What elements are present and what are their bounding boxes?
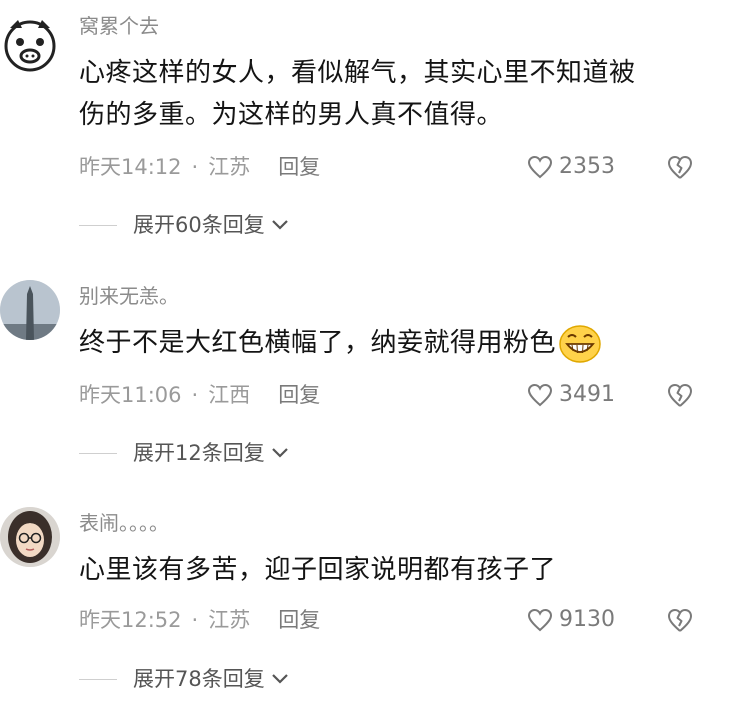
avatar[interactable] [0, 280, 60, 340]
broken-heart-icon [668, 156, 692, 179]
chevron-down-icon [271, 448, 288, 458]
tower-photo-icon [0, 280, 60, 340]
comment-meta: 昨天11:06 · 江西 回复 [79, 382, 320, 408]
avatar[interactable] [0, 507, 60, 567]
reply-button[interactable]: 回复 [278, 155, 320, 179]
comment-item: 别来无恙。 终于不是大红色横幅了，纳妾就得用粉色 昨天11:06 · 江西 回复 34… [0, 250, 748, 475]
comment-item: 窝累个去 心疼这样的女人，看似解气，其实心里不知道被 伤的多重。为这样的男人真不… [0, 0, 748, 250]
chevron-down-icon [271, 674, 288, 684]
broken-heart-icon [668, 609, 692, 632]
expand-replies-label: 展开60条回复 [133, 213, 265, 237]
heart-outline-icon [527, 608, 553, 632]
reply-button[interactable]: 回复 [278, 608, 320, 632]
meta-separator: · [191, 608, 199, 632]
comment-text: 心疼这样的女人，看似解气，其实心里不知道被 伤的多重。为这样的男人真不值得。 [79, 52, 719, 136]
comment-meta: 昨天14:12 · 江苏 回复 [79, 154, 320, 180]
dislike-button[interactable] [666, 382, 694, 412]
avatar[interactable] [0, 14, 60, 74]
comment-text-line: 伤的多重。为这样的男人真不值得。 [79, 100, 504, 130]
expand-replies-button[interactable]: 展开12条回复 [79, 440, 289, 466]
like-button[interactable]: 3491 [527, 382, 615, 408]
expand-replies-button[interactable]: 展开60条回复 [79, 212, 289, 238]
expand-replies-label: 展开78条回复 [133, 667, 265, 691]
timestamp: 昨天14:12 [79, 155, 182, 179]
location: 江苏 [208, 155, 251, 179]
like-count: 9130 [559, 607, 615, 632]
heart-outline-icon [527, 155, 553, 179]
reply-button[interactable]: 回复 [278, 383, 320, 407]
broken-heart-icon [668, 384, 692, 407]
divider [79, 452, 117, 454]
username[interactable]: 别来无恙。 [79, 284, 179, 308]
comment-text: 心里该有多苦，迎子回家说明都有孩子了 [79, 549, 719, 591]
timestamp: 昨天12:52 [79, 608, 182, 632]
grin-emoji-icon [559, 324, 601, 363]
timestamp: 昨天11:06 [79, 383, 182, 407]
location: 江苏 [208, 608, 251, 632]
expand-replies-label: 展开12条回复 [133, 441, 265, 465]
dislike-button[interactable] [666, 607, 694, 637]
comment-meta: 昨天12:52 · 江苏 回复 [79, 607, 320, 633]
divider [79, 678, 117, 680]
chevron-down-icon [271, 220, 288, 230]
location: 江西 [208, 383, 251, 407]
like-button[interactable]: 9130 [527, 607, 615, 633]
dislike-button[interactable] [666, 154, 694, 184]
comment-text-line: 心疼这样的女人，看似解气，其实心里不知道被 [79, 58, 636, 88]
comment-text-line: 心里该有多苦，迎子回家说明都有孩子了 [79, 555, 557, 585]
girl-glasses-icon [0, 507, 60, 567]
comment-text: 终于不是大红色横幅了，纳妾就得用粉色 [79, 322, 719, 364]
like-count: 2353 [559, 154, 615, 179]
heart-outline-icon [527, 383, 553, 407]
comment-item: 表闹。。。。 心里该有多苦，迎子回家说明都有孩子了 昨天12:52 · 江苏 回复 9… [0, 475, 748, 710]
like-button[interactable]: 2353 [527, 154, 615, 180]
divider [79, 224, 117, 226]
username[interactable]: 表闹。。。。 [79, 511, 169, 535]
meta-separator: · [191, 155, 199, 179]
username[interactable]: 窝累个去 [79, 14, 159, 38]
doodle-face-icon [4, 20, 56, 72]
comment-text-line: 终于不是大红色横幅了，纳妾就得用粉色 [79, 328, 557, 358]
meta-separator: · [191, 383, 199, 407]
like-count: 3491 [559, 382, 615, 407]
expand-replies-button[interactable]: 展开78条回复 [79, 666, 289, 692]
